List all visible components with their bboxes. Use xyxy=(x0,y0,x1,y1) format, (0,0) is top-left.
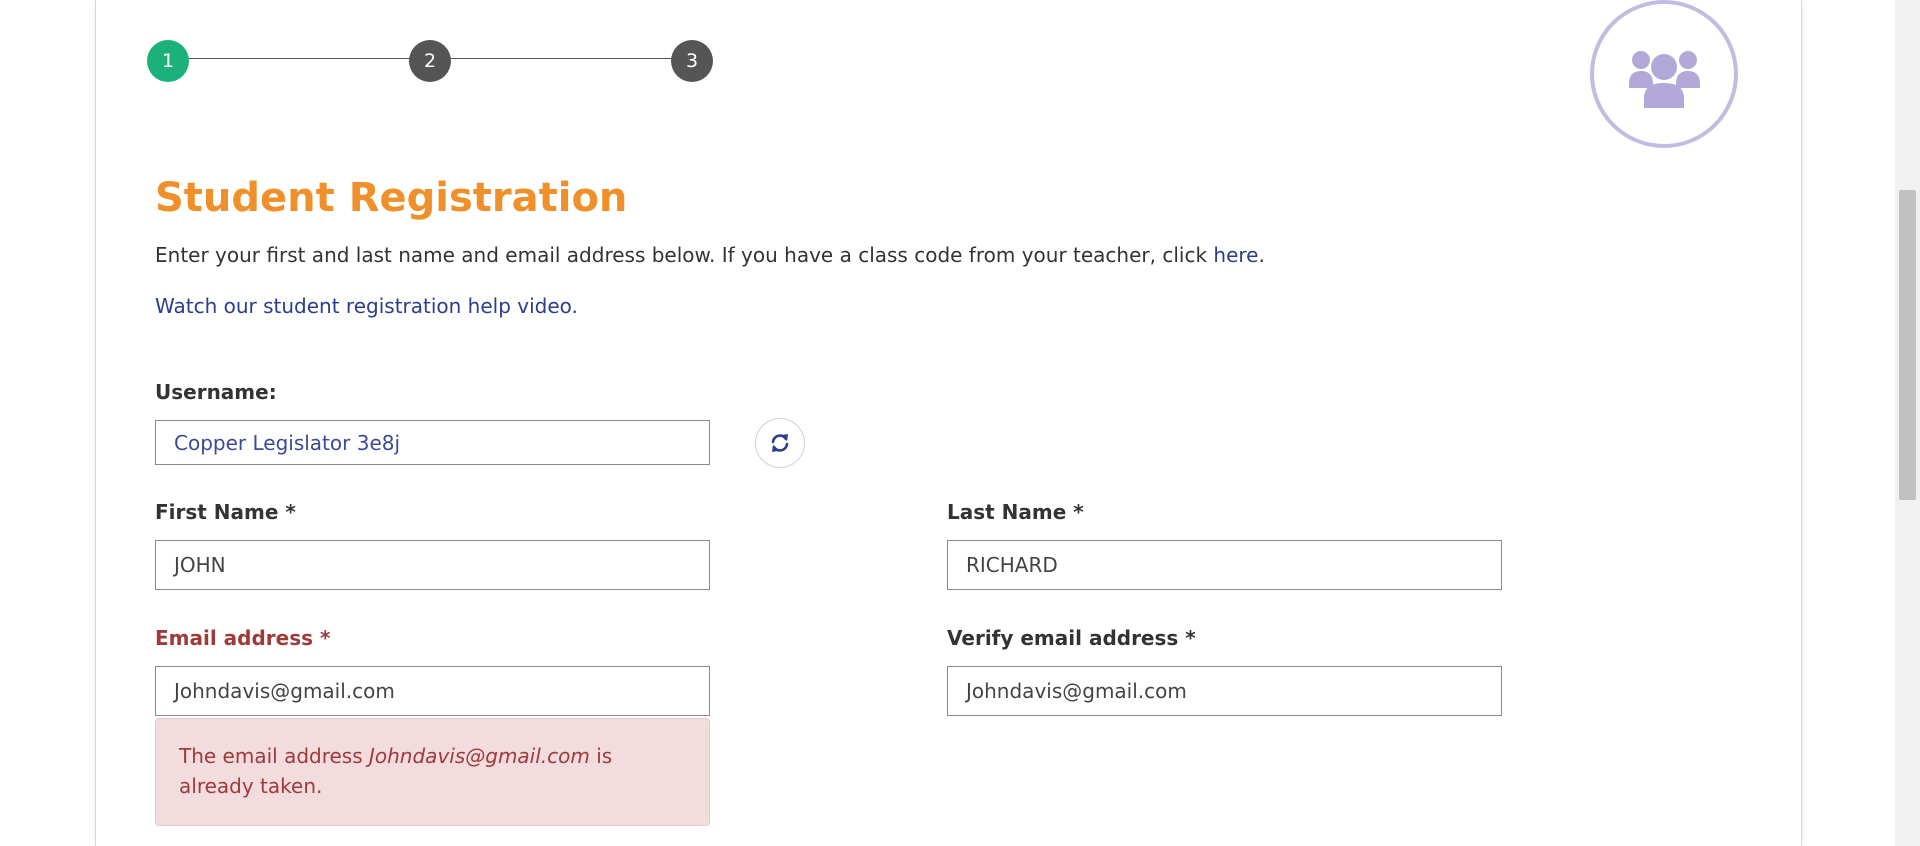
intro-message: Enter your first and last name and email… xyxy=(155,243,1214,267)
regenerate-username-button[interactable] xyxy=(755,418,805,468)
group-avatar xyxy=(1590,0,1738,148)
error-prefix: The email address xyxy=(179,744,369,768)
step-2: 2 xyxy=(409,40,451,82)
scrollbar-thumb[interactable] xyxy=(1899,190,1916,500)
last-name-label-text: Last Name xyxy=(947,500,1067,524)
email-label: Email address * xyxy=(155,626,330,650)
intro-text: Enter your first and last name and email… xyxy=(155,243,1265,267)
step-connector xyxy=(168,58,430,59)
class-code-link[interactable]: here xyxy=(1213,243,1258,267)
users-group-icon xyxy=(1629,51,1700,108)
required-marker: * xyxy=(1185,626,1196,650)
verify-email-label-text: Verify email address xyxy=(947,626,1179,650)
username-label: Username: xyxy=(155,380,277,404)
required-marker: * xyxy=(320,626,331,650)
error-email: Johndavis@gmail.com xyxy=(369,744,590,768)
step-1: 1 xyxy=(147,40,189,82)
page-title: Student Registration xyxy=(155,175,628,221)
step-connector xyxy=(430,58,692,59)
verify-email-label: Verify email address * xyxy=(947,626,1196,650)
intro-period: . xyxy=(1258,243,1265,267)
first-name-field[interactable]: JOHN xyxy=(155,540,710,590)
page-scrollbar[interactable] xyxy=(1895,0,1920,846)
last-name-field[interactable]: RICHARD xyxy=(947,540,1502,590)
step-progress: 1 2 3 xyxy=(147,40,714,85)
email-label-text: Email address xyxy=(155,626,314,650)
help-video-link[interactable]: Watch our student registration help vide… xyxy=(155,294,578,318)
step-3: 3 xyxy=(671,40,713,82)
refresh-icon xyxy=(771,434,789,452)
email-field[interactable]: Johndavis@gmail.com xyxy=(155,666,710,716)
last-name-label: Last Name * xyxy=(947,500,1084,524)
first-name-label-text: First Name xyxy=(155,500,279,524)
first-name-label: First Name * xyxy=(155,500,296,524)
required-marker: * xyxy=(285,500,296,524)
verify-email-field[interactable]: Johndavis@gmail.com xyxy=(947,666,1502,716)
email-error-alert: The email address Johndavis@gmail.com is… xyxy=(155,718,710,826)
username-field[interactable]: Copper Legislator 3e8j xyxy=(155,420,710,465)
required-marker: * xyxy=(1073,500,1084,524)
